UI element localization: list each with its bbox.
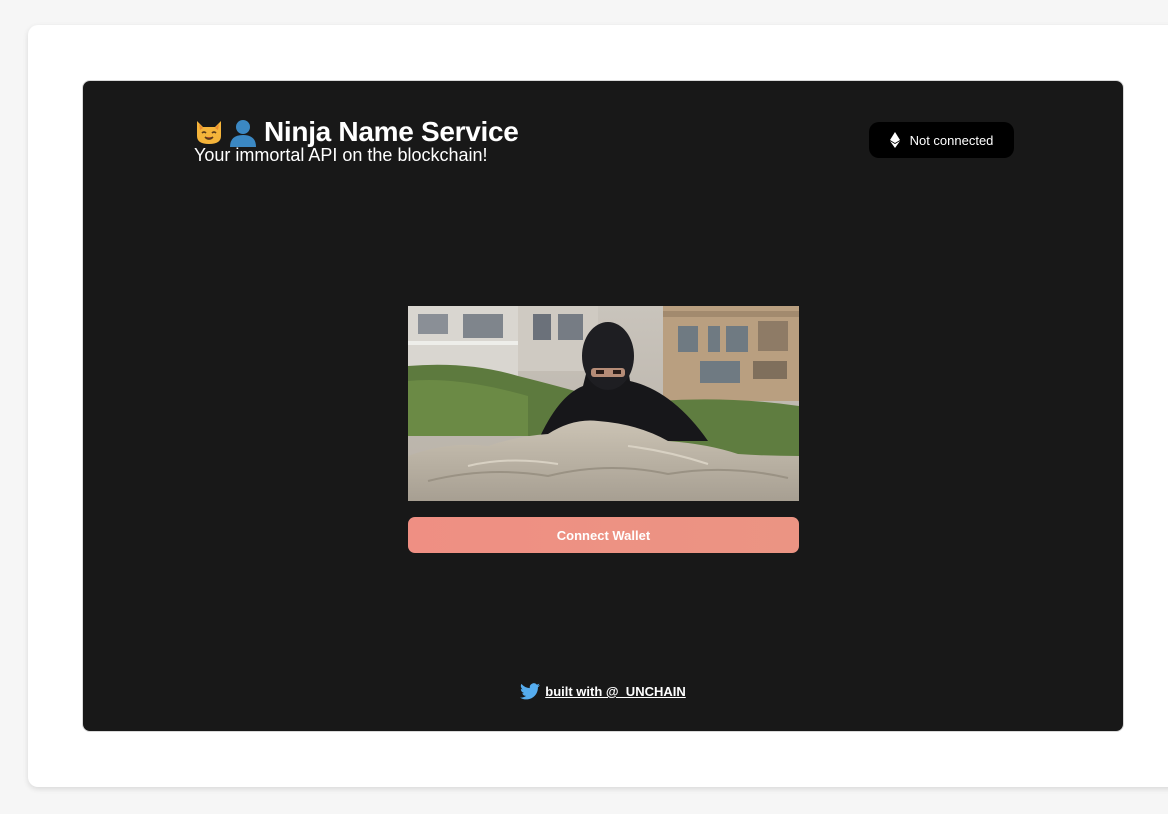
ethereum-icon — [889, 132, 900, 148]
hero-illustration — [408, 306, 799, 501]
connect-wallet-button[interactable]: Connect Wallet — [408, 517, 799, 553]
title-row: Ninja Name Service — [194, 115, 519, 149]
footer-unchain-link[interactable]: built with @_UNCHAIN — [545, 684, 686, 699]
cat-face-icon — [197, 121, 221, 144]
page-title: Ninja Name Service — [264, 116, 519, 147]
wallet-status-label: Not connected — [909, 132, 994, 148]
page-subtitle: Your immortal API on the blockchain! — [194, 145, 488, 165]
app-frame: Ninja Name Service Your immortal API on … — [82, 80, 1124, 732]
header: Ninja Name Service Your immortal API on … — [194, 115, 519, 165]
twitter-bird-icon — [520, 683, 541, 700]
ninja-in-sand-image — [408, 306, 799, 501]
footer: built with @_UNCHAIN — [83, 683, 1123, 700]
person-silhouette-icon — [230, 120, 256, 147]
wallet-status-pill[interactable]: Not connected — [869, 122, 1014, 158]
